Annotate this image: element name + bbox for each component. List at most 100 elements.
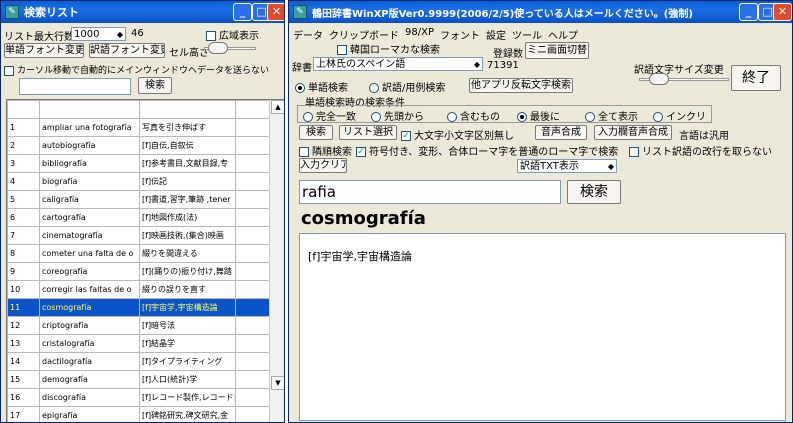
row-word: coreografía	[39, 262, 140, 281]
dictionary-select[interactable]: 上林氏のスペイン語 ◆	[313, 57, 483, 71]
row-translation: [f]結晶学	[139, 334, 236, 353]
voice-button[interactable]: 音声合成	[535, 125, 587, 140]
input-voice-button[interactable]: 入力欄音声合成	[594, 125, 672, 140]
word-search-radio[interactable]: 単語検索	[295, 79, 348, 94]
condition-prefix[interactable]: 先頭から	[371, 108, 424, 123]
menu-item[interactable]: フォント	[440, 27, 480, 42]
list-title: 検索リスト	[24, 6, 79, 19]
row-word: cristalografía	[39, 334, 140, 353]
row-extra	[235, 334, 270, 353]
condition-all[interactable]: 全て表示	[585, 108, 638, 123]
row-number: 16	[7, 388, 40, 407]
table-row[interactable]: 8 cometer una falta de o 綴りを間違える	[7, 244, 270, 263]
menu-item[interactable]: ツール	[512, 27, 542, 42]
row-extra	[235, 352, 270, 371]
row-extra	[235, 172, 270, 191]
table-row[interactable]: 16 discografía [f]レコード製作,レコード目	[7, 388, 270, 407]
table-row[interactable]: 2 autobiografía [f]自伝,自叙伝	[7, 136, 270, 155]
menu-item[interactable]: データ	[293, 27, 323, 42]
registered-label: 登録数	[493, 49, 523, 60]
headword: cosmografía	[301, 208, 426, 229]
table-row[interactable]: 9 coreografía [f](踊りの)振り付け,舞踏	[7, 262, 270, 281]
condition-suffix[interactable]: 最後に	[517, 108, 560, 123]
row-extra	[235, 298, 270, 317]
dropdown-icon: ◆	[607, 162, 614, 171]
table-row[interactable]: 10 corregir las faltas de o 綴りの誤りを直す	[7, 280, 270, 299]
row-number: 9	[7, 262, 40, 281]
big-search-button[interactable]: 検索	[567, 180, 621, 204]
word-font-button[interactable]: 単語フォント変更	[4, 43, 84, 58]
list-search-input[interactable]	[19, 78, 131, 95]
menu-bar: データ クリップボード 98/XP フォント 設定 ツール ヘルプ	[293, 27, 578, 42]
dict-label: 辞書	[292, 63, 312, 74]
row-extra	[235, 154, 270, 173]
table-row[interactable]: 7 cinematografía [f]映画技術,(集合)映画	[7, 226, 270, 245]
max-rows-select[interactable]: 1000 ◆	[71, 27, 126, 41]
row-number: 4	[7, 172, 40, 191]
dropdown-icon: ◆	[473, 60, 480, 69]
list-search-button[interactable]: 検索	[138, 77, 172, 94]
row-extra	[235, 280, 270, 299]
row-word: criptografía	[39, 316, 140, 335]
row-translation: 綴りの誤りを直す	[139, 280, 236, 299]
minimize-button[interactable]: _	[233, 3, 252, 21]
condition-incremental[interactable]: インクリ	[653, 108, 706, 123]
table-row[interactable]: 5 caligrafía [f]書道,習字,筆跡 ,tener	[7, 190, 270, 209]
txt-display-select[interactable]: 訳語TXT表示 ◆	[517, 159, 617, 173]
search-button[interactable]: 検索	[299, 125, 333, 140]
menu-item[interactable]: ヘルプ	[548, 27, 578, 42]
case-insensitive-checkbox[interactable]: ✓ 大文字小文字区別無し	[401, 127, 514, 142]
row-extra	[235, 388, 270, 407]
cell-height-slider[interactable]	[204, 41, 256, 55]
table-row[interactable]: 1 ampliar una fotografía 写真を引き伸ばす	[7, 118, 270, 137]
exit-button[interactable]: 終了	[731, 65, 781, 91]
condition-exact[interactable]: 完全一致	[303, 108, 356, 123]
wide-display-checkbox[interactable]: 広域表示	[206, 27, 259, 42]
row-translation: [f]人口(統計)学	[139, 370, 236, 389]
table-row[interactable]: 14 dactilografía [f]タイプライティング	[7, 352, 270, 371]
translation-box[interactable]: [f]宇宙学,宇宙構造論	[299, 233, 786, 421]
close-button[interactable]: ✕	[267, 3, 284, 21]
minimize-button[interactable]: _	[739, 3, 758, 21]
reverse-search-button[interactable]: 他アプリ反転文字検索	[469, 78, 573, 93]
row-word: autobiografía	[39, 136, 140, 155]
row-extra	[235, 406, 270, 422]
result-table: 1 ampliar una fotografía 写真を引き伸ばす 2 autobiog…	[7, 100, 270, 422]
row-number: 6	[7, 208, 40, 227]
trans-font-button[interactable]: 訳語フォント変更	[89, 43, 165, 58]
korean-roman-checkbox[interactable]: 韓国ローマカな検索	[337, 41, 440, 56]
table-row[interactable]: 4 biografía [f]伝記	[7, 172, 270, 191]
search-list-window: ✎ 検索リスト _ □ ✕ リスト最大行数 1000 ◆ 46 広域表示 単語フォ…	[0, 0, 285, 423]
condition-contains[interactable]: 含むもの	[447, 108, 500, 123]
table-row[interactable]: 13 cristalografía [f]結晶学	[7, 334, 270, 353]
normalize-checkbox[interactable]: ✓ 符号付き、変形、合体ローマ字を普通のローマ字で検索	[356, 143, 618, 158]
menu-item[interactable]: 設定	[486, 27, 506, 42]
row-number: 2	[7, 136, 40, 155]
table-row[interactable]: 3 bibliografía [f]参考書目,文献目録,专	[7, 154, 270, 173]
menu-item[interactable]: クリップボード	[329, 27, 399, 42]
row-translation: [f]参考書目,文献目録,专	[139, 154, 236, 173]
table-row[interactable]: 11 cosmografía [f]宇宙学,宇宙構造論	[7, 298, 270, 317]
table-row[interactable]: 15 demografía [f]人口(統計)学	[7, 370, 270, 389]
row-translation: 綴りを間違える	[139, 244, 236, 263]
list-scrollbar[interactable]: ▲ ▼	[269, 100, 284, 422]
row-translation: [f]暗号法	[139, 316, 236, 335]
row-word: dactilografía	[39, 352, 140, 371]
cursor-send-checkbox[interactable]: カーソル移動で自動的にメインウィンドウへデータを送らない	[4, 63, 269, 76]
mini-screen-button[interactable]: ミニ画面切替	[525, 42, 589, 59]
result-table-frame: 1 ampliar una fotografía 写真を引き伸ばす 2 autobiog…	[6, 99, 284, 422]
list-select-button[interactable]: リスト選択	[339, 125, 397, 140]
proximity-checkbox[interactable]: 隣順検索	[299, 143, 352, 158]
close-button[interactable]: ✕	[773, 3, 792, 21]
table-row[interactable]: 17 epigrafía [f]碑銘研究,碑文研究,金	[7, 406, 270, 422]
search-input[interactable]: rafia	[299, 180, 561, 204]
row-word: epigrafía	[39, 406, 140, 422]
example-search-radio[interactable]: 訳語/用例検索	[369, 79, 445, 94]
table-row[interactable]: 12 criptografía [f]暗号法	[7, 316, 270, 335]
clear-button[interactable]: 入力クリア	[299, 158, 347, 173]
trans-size-slider[interactable]	[639, 72, 729, 86]
row-translation: [f]映画技術,(集合)映画	[139, 226, 236, 245]
menu-item[interactable]: 98/XP	[405, 27, 434, 42]
linebreak-checkbox[interactable]: リスト訳語の改行を取らない	[629, 143, 772, 158]
table-row[interactable]: 6 cartografía [f]地図作成(法)	[7, 208, 270, 227]
